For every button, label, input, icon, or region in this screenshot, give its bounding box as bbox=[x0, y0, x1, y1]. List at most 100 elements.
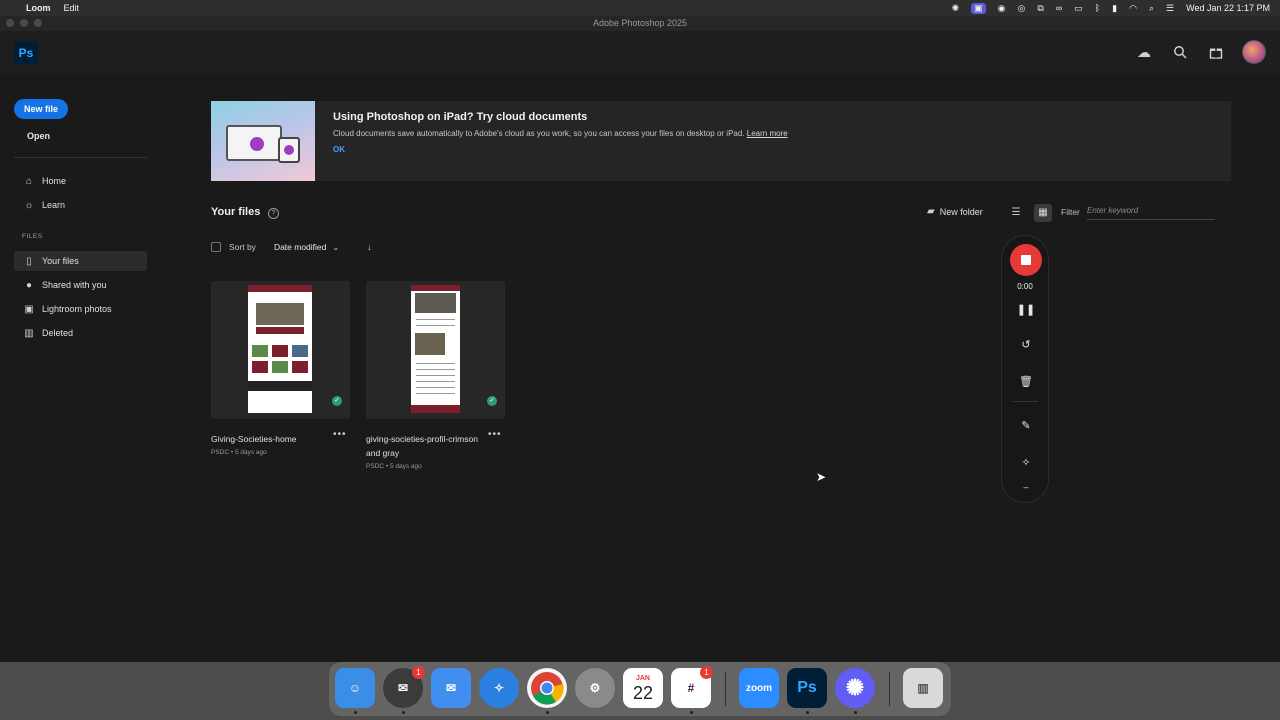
file-card[interactable]: ✓ bbox=[211, 281, 350, 419]
photoshop-logo[interactable]: Ps bbox=[14, 41, 38, 64]
help-icon[interactable]: ? bbox=[268, 208, 279, 219]
close-window-button[interactable] bbox=[6, 19, 14, 27]
more-controls-icon[interactable]: – bbox=[1014, 482, 1038, 492]
folder-icon[interactable]: ▭ bbox=[1074, 3, 1083, 14]
window-title-bar: Adobe Photoshop 2025 bbox=[0, 16, 1280, 31]
gift-icon[interactable] bbox=[1206, 42, 1226, 62]
notification-badge: 1 bbox=[412, 666, 425, 679]
more-options-icon[interactable]: ••• bbox=[333, 429, 347, 440]
minimize-window-button[interactable] bbox=[20, 19, 28, 27]
filter-label: Filter bbox=[1061, 207, 1080, 217]
mouse-cursor: ➤ bbox=[816, 470, 827, 484]
more-options-icon[interactable]: ••• bbox=[488, 429, 502, 440]
photoshop-icon[interactable]: Ps bbox=[787, 668, 827, 708]
file-thumbnail bbox=[411, 285, 460, 413]
zoom-icon[interactable]: zoom bbox=[739, 668, 779, 708]
file-thumbnail bbox=[248, 285, 312, 413]
banner-title: Using Photoshop on iPad? Try cloud docum… bbox=[333, 111, 588, 123]
window-title: Adobe Photoshop 2025 bbox=[592, 18, 688, 28]
loom-status-icon[interactable]: ✺ bbox=[952, 3, 960, 14]
grammarly-icon[interactable]: ◎ bbox=[1018, 3, 1026, 14]
calendar-month: JAN bbox=[635, 674, 650, 682]
wifi-icon[interactable]: ◠ bbox=[1129, 3, 1137, 14]
safari-icon[interactable]: ✧ bbox=[479, 668, 519, 708]
menu-edit[interactable]: Edit bbox=[64, 3, 80, 13]
main-area: New file Open ⌂ Home ☼ Learn FILES ▯ You… bbox=[0, 74, 1280, 662]
link-icon[interactable]: ∞ bbox=[1056, 3, 1062, 13]
loom-divider bbox=[1012, 401, 1038, 402]
pause-icon[interactable]: ❚❚ bbox=[1014, 300, 1038, 320]
file-card[interactable]: ✓ bbox=[366, 281, 505, 419]
select-all-checkbox[interactable] bbox=[211, 242, 221, 252]
grid-view-icon[interactable]: ▦ bbox=[1034, 204, 1052, 222]
screen-record-icon[interactable]: ▣ bbox=[971, 2, 986, 14]
trash-icon: ▥ bbox=[24, 327, 34, 339]
screen-mirror-icon[interactable]: ⧉ bbox=[1037, 3, 1043, 14]
banner-description: Cloud documents save automatically to Ad… bbox=[333, 129, 788, 138]
spotlight-icon[interactable]: ⌕ bbox=[1149, 3, 1154, 14]
system-settings-icon[interactable]: ⚙ bbox=[575, 668, 615, 708]
file-name[interactable]: giving-societies-profil-crimson and gray bbox=[366, 432, 488, 460]
chrome-icon[interactable] bbox=[527, 668, 567, 708]
new-folder-label: New folder bbox=[939, 206, 983, 217]
file-name[interactable]: Giving-Societies-home bbox=[211, 432, 331, 446]
list-view-icon[interactable]: ☰ bbox=[1008, 205, 1024, 221]
sidebar-item-home[interactable]: ⌂ Home bbox=[14, 171, 147, 191]
tablet-illustration bbox=[278, 137, 300, 163]
learn-more-link[interactable]: Learn more bbox=[747, 129, 788, 138]
avatar[interactable] bbox=[1242, 40, 1266, 64]
delete-icon[interactable]: 🗑 bbox=[1014, 372, 1038, 392]
sidebar-item-learn[interactable]: ☼ Learn bbox=[14, 195, 147, 215]
sort-dropdown[interactable]: Date modified bbox=[274, 242, 326, 252]
file-meta: PSDC • 5 days ago bbox=[211, 449, 267, 456]
sidebar-item-shared-with-you[interactable]: ● Shared with you bbox=[14, 275, 147, 295]
chrome-status-icon[interactable]: ◉ bbox=[998, 3, 1006, 14]
header-actions: ☁ bbox=[1134, 40, 1266, 64]
app-menu-loom[interactable]: Loom bbox=[26, 3, 51, 13]
bluetooth-icon[interactable]: ᛒ bbox=[1095, 3, 1100, 13]
sidebar-item-label: Your files bbox=[42, 256, 79, 266]
battery-icon[interactable]: ▮ bbox=[1112, 3, 1117, 14]
filter-input[interactable] bbox=[1087, 202, 1215, 220]
menu-bar-clock[interactable]: Wed Jan 22 1:17 PM bbox=[1186, 3, 1270, 13]
notification-badge: 1 bbox=[700, 666, 713, 679]
files-section-caption: FILES bbox=[22, 233, 43, 240]
trash-bin-icon[interactable]: ▥ bbox=[903, 668, 943, 708]
new-folder-button[interactable]: ▰ New folder bbox=[927, 206, 983, 217]
finder-icon[interactable]: ☺ bbox=[335, 668, 375, 708]
sort-direction-icon[interactable]: ↓ bbox=[367, 242, 372, 252]
page-title: Your files bbox=[211, 206, 261, 218]
cloud-documents-banner: Using Photoshop on iPad? Try cloud docum… bbox=[211, 101, 1231, 181]
loom-recording-controls: 0:00 ❚❚ ↺ 🗑 ✎ ✧ – bbox=[1001, 235, 1049, 503]
zoom-window-button[interactable] bbox=[34, 19, 42, 27]
chevron-down-icon[interactable]: ⌄ bbox=[332, 243, 339, 252]
pencil-icon[interactable]: ✎ bbox=[1014, 416, 1038, 436]
calendar-icon[interactable]: JAN 22 bbox=[623, 668, 663, 708]
open-button[interactable]: Open bbox=[27, 131, 50, 141]
banner-ok-button[interactable]: OK bbox=[333, 145, 345, 154]
sort-label: Sort by bbox=[229, 242, 256, 252]
search-icon[interactable] bbox=[1170, 42, 1190, 62]
sidebar-item-lightroom-photos[interactable]: ▣ Lightroom photos bbox=[14, 299, 147, 319]
loom-icon[interactable]: ✺ bbox=[835, 668, 875, 708]
sidebar-item-label: Shared with you bbox=[42, 280, 107, 290]
mail-icon[interactable]: ✉ bbox=[431, 668, 471, 708]
restart-icon[interactable]: ↺ bbox=[1014, 335, 1038, 355]
sidebar-item-label: Lightroom photos bbox=[42, 304, 112, 314]
sidebar-item-label: Home bbox=[42, 176, 67, 186]
sidebar-item-deleted[interactable]: ▥ Deleted bbox=[14, 323, 147, 343]
dock-separator bbox=[889, 672, 890, 706]
synced-check-icon: ✓ bbox=[487, 396, 497, 406]
menu-bar-status-area: ✺ ▣ ◉ ◎ ⧉ ∞ ▭ ᛒ ▮ ◠ ⌕ ☰ Wed Jan 22 1:17 … bbox=[952, 0, 1270, 16]
stop-recording-button[interactable] bbox=[1010, 244, 1042, 276]
sidebar-item-your-files[interactable]: ▯ Your files bbox=[14, 251, 147, 271]
cloud-icon[interactable]: ☁ bbox=[1134, 42, 1154, 62]
effects-icon[interactable]: ✧ bbox=[1014, 453, 1038, 473]
window-controls bbox=[6, 19, 42, 27]
new-file-button[interactable]: New file bbox=[14, 99, 68, 119]
laptop-illustration bbox=[226, 125, 282, 161]
app-header: Ps ☁ bbox=[0, 31, 1280, 74]
sidebar-item-label: Learn bbox=[42, 200, 66, 210]
banner-illustration bbox=[211, 101, 315, 181]
control-center-icon[interactable]: ☰ bbox=[1166, 3, 1174, 14]
